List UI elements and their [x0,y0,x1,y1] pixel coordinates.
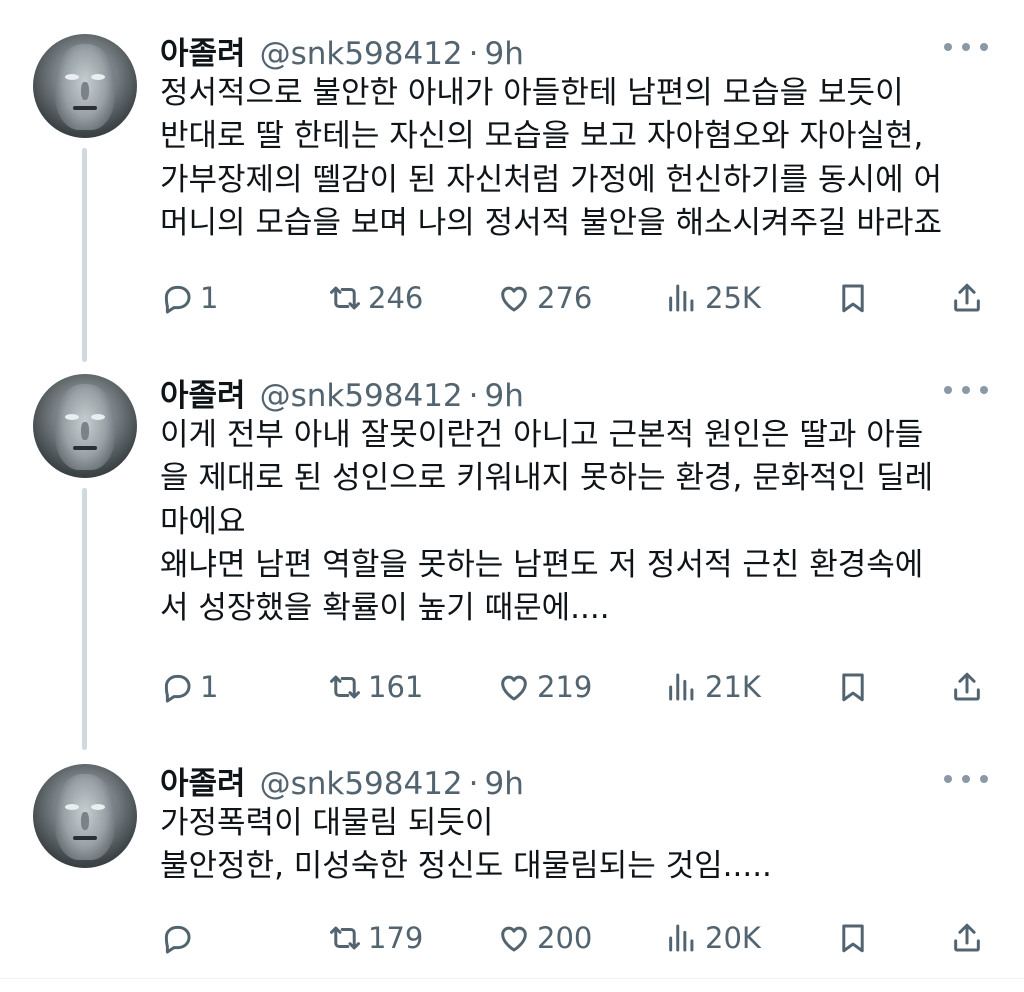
heart-icon [501,675,527,701]
heart-icon [501,286,527,312]
tweet-line: 가부장제의 뗄감이 된 자신처럼 가정에 헌신하기를 동시에 어 [160,161,942,198]
tweet-line: 가정폭력이 대물림 되듯이 [160,805,494,841]
timestamp[interactable]: 9h [485,36,524,72]
tweet-line: 이게 전부 아내 잘못이란건 아니고 근본적 원인은 딸과 아들 [160,417,924,453]
author-name[interactable]: 아졸려 [160,758,246,803]
bookmark-button[interactable] [836,667,870,707]
like-button[interactable]: 200 [497,918,592,958]
avatar[interactable] [33,34,137,138]
like-count: 200 [537,921,593,955]
tweet-text: 이게 전부 아내 잘못이란건 아니고 근본적 원인은 딸과 아들 을 제대로 된… [160,414,1000,630]
bookmark-button[interactable] [836,918,870,958]
more-icon[interactable] [944,772,988,786]
reply-icon [164,674,191,703]
like-button[interactable]: 276 [497,278,592,318]
share-icon [954,672,980,701]
thread-connector [82,488,87,750]
like-count: 276 [537,281,593,315]
reply-count: 1 [200,670,219,704]
views-button[interactable]: 21K [665,667,761,707]
like-count: 219 [537,670,593,704]
retweet-icon [330,286,360,310]
tweet-line: 마에요 [160,503,246,540]
bookmark-icon [842,924,864,953]
bookmark-icon [842,673,864,702]
views-button[interactable]: 20K [665,918,761,958]
author-handle[interactable]: @snk598412 [260,36,463,72]
author-name[interactable]: 아졸려 [160,28,246,73]
tweet-line: 왜냐면 남편 역할을 못하는 남편도 저 정서적 근친 환경속에 [160,546,924,583]
retweet-button[interactable]: 246 [328,278,423,318]
author-name[interactable]: 아졸려 [160,370,246,415]
views-button[interactable]: 25K [665,278,761,318]
retweet-count: 246 [368,281,424,315]
views-icon [669,284,694,312]
timestamp[interactable]: 9h [485,378,524,414]
retweet-icon [330,675,360,699]
tweet-line: 불안정한, 미성숙한 정신도 대물림되는 것임..... [160,848,772,885]
retweet-button[interactable]: 161 [328,667,423,707]
tweet-text: 정서적으로 불안한 아내가 아들한테 남편의 모습을 보듯이 반대로 딸 한테는… [160,72,1000,245]
views-icon [669,924,694,952]
reply-icon [164,925,191,954]
share-icon [954,283,980,312]
bookmark-icon [842,284,864,313]
tweet-line: 정서적으로 불안한 아내가 아들한테 남편의 모습을 보듯이 [160,75,904,111]
divider [0,978,1024,979]
thread-connector [82,148,87,362]
views-icon [669,673,694,701]
avatar[interactable] [33,764,137,868]
views-count: 20K [705,921,761,955]
views-count: 25K [705,281,761,315]
bookmark-button[interactable] [836,278,870,318]
separator: · [468,36,479,72]
share-button[interactable] [950,918,984,958]
tweet-line: 반대로 딸 한테는 자신의 모습을 보고 자아혐오와 자아실현, [160,118,924,155]
reply-button[interactable] [160,918,200,958]
reply-icon [164,285,191,314]
share-button[interactable] [950,667,984,707]
timestamp[interactable]: 9h [485,766,524,802]
heart-icon [501,926,527,952]
share-button[interactable] [950,278,984,318]
like-button[interactable]: 219 [497,667,592,707]
author-handle[interactable]: @snk598412 [260,766,463,802]
separator: · [468,378,479,414]
tweet-line: 을 제대로 된 성인으로 키워내지 못하는 환경, 문화적인 딜레 [160,460,934,497]
share-icon [954,923,980,952]
retweet-count: 179 [368,921,424,955]
views-count: 21K [705,670,761,704]
tweet-line: 서 성장했을 확률이 높기 때문에.... [160,590,610,627]
reply-button[interactable]: 1 [160,667,218,707]
retweet-icon [330,926,360,950]
tweet-line: 머니의 모습을 보며 나의 정서적 불안을 해소시켜주길 바라죠 [160,204,942,241]
more-icon[interactable] [944,383,988,397]
more-icon[interactable] [944,40,988,54]
reply-button[interactable]: 1 [160,278,218,318]
avatar[interactable] [33,374,137,478]
tweet-text: 가정폭력이 대물림 되듯이 불안정한, 미성숙한 정신도 대물림되는 것임...… [160,802,1000,889]
author-handle[interactable]: @snk598412 [260,378,463,414]
retweet-count: 161 [368,670,424,704]
reply-count: 1 [200,281,219,315]
retweet-button[interactable]: 179 [328,918,423,958]
separator: · [468,766,479,802]
